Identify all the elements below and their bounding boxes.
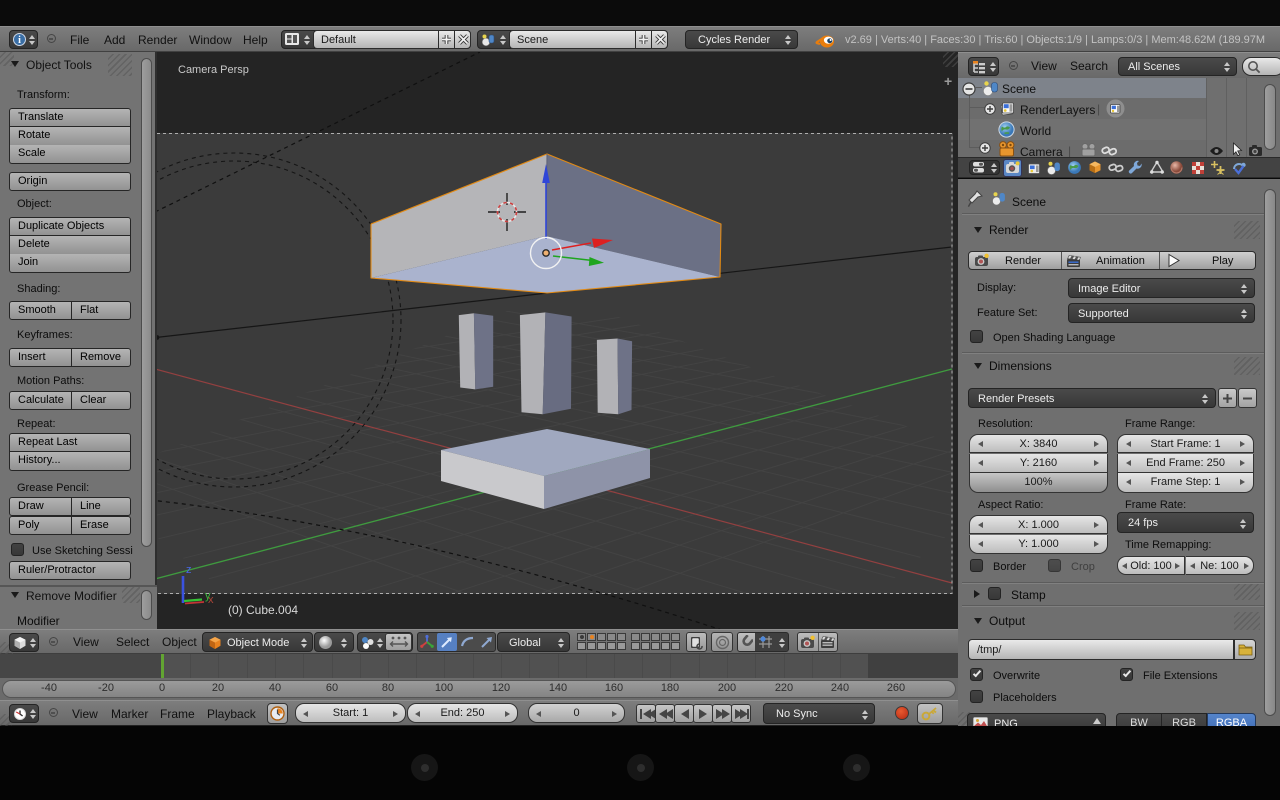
- svg-text:x: x: [208, 594, 214, 606]
- svg-text:z: z: [186, 564, 192, 576]
- svg-text:i: i: [18, 35, 21, 46]
